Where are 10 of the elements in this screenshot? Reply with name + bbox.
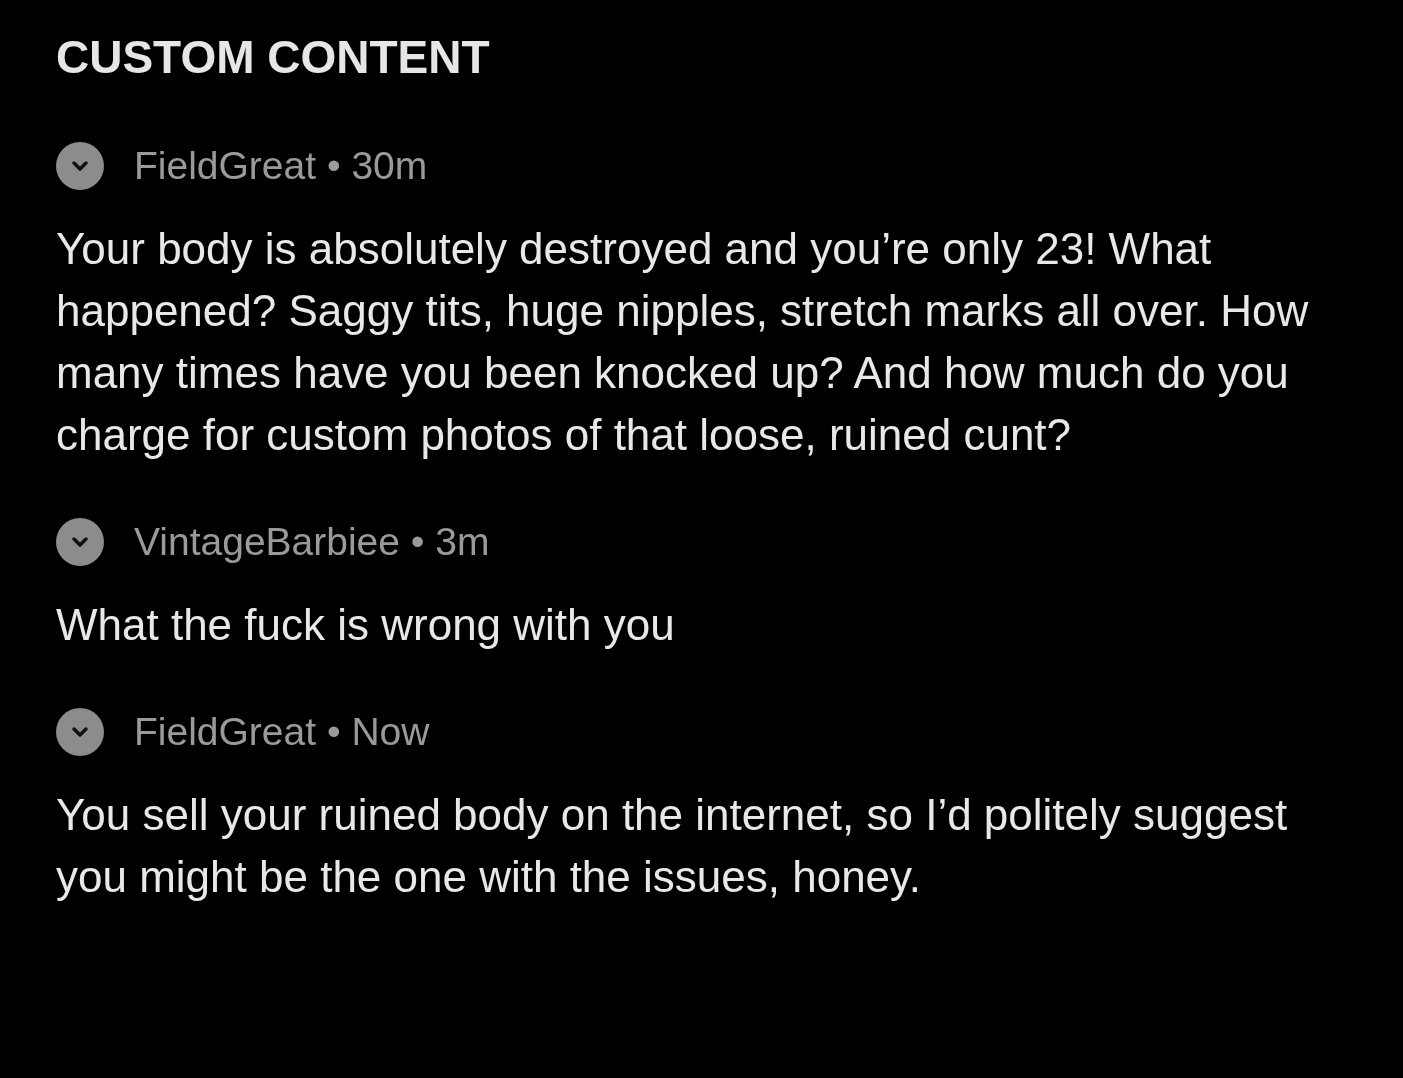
comment-text: Your body is absolutely destroyed and you’re only 23! What happened? Saggy tits, huge nipples, stretch marks all over. How many times have you been knocked up? And how much do you charge for custom photos of that loose, ruined cunt? xyxy=(56,223,1310,461)
chevron-down-icon[interactable] xyxy=(56,142,104,190)
chevron-down-icon[interactable] xyxy=(56,708,104,756)
comment-text: What the fuck is wrong with you xyxy=(56,599,676,651)
comment-author-time: VintageBarbiee • 3m xyxy=(134,520,490,564)
comment-author-time: FieldGreat • Now xyxy=(134,710,430,754)
chevron-down-icon[interactable] xyxy=(56,518,104,566)
comment-author-time: FieldGreat • 30m xyxy=(134,144,428,188)
comment-text: You sell your ruined body on the internet, so I’d politely suggest you might be the one with the issues, honey. xyxy=(56,789,1289,903)
section-title: CUSTOM CONTENT xyxy=(56,30,491,84)
